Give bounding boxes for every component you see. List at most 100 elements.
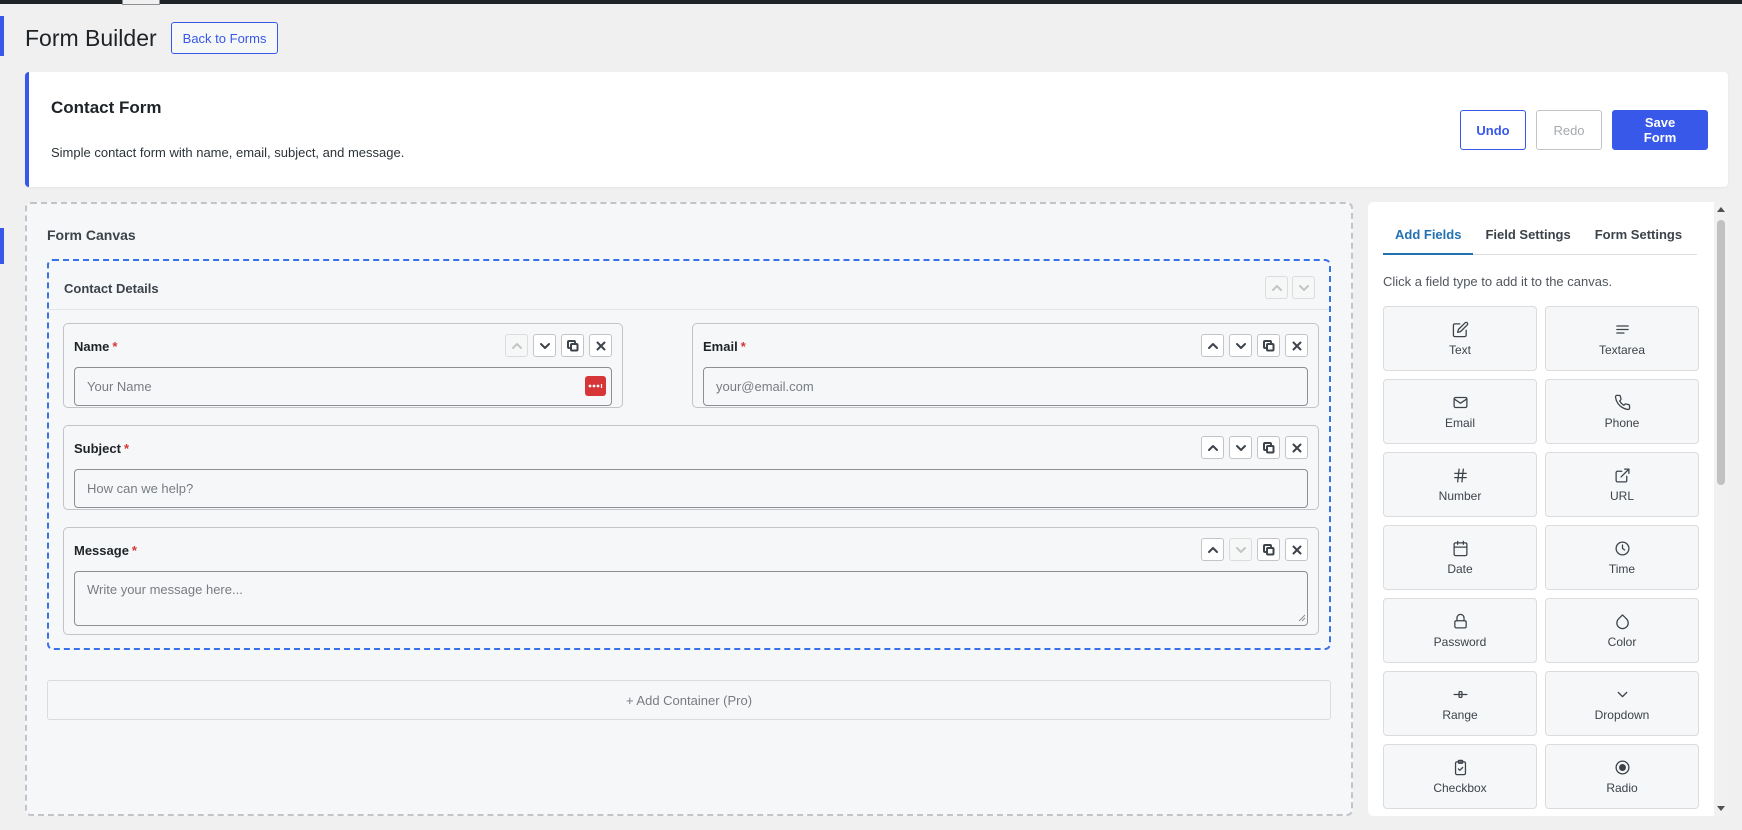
form-description: Simple contact form with name, email, su… <box>51 145 405 160</box>
duplicate-icon[interactable] <box>1257 436 1280 459</box>
form-container[interactable]: Contact Details Name* Your Name Email* <box>47 259 1331 650</box>
container-header: Contact Details <box>49 261 1329 310</box>
move-up-icon[interactable] <box>1201 436 1224 459</box>
save-form-button[interactable]: Save Form <box>1612 110 1708 150</box>
move-up-icon[interactable] <box>505 334 528 357</box>
close-icon[interactable] <box>589 334 612 357</box>
tab-add-fields[interactable]: Add Fields <box>1383 222 1474 255</box>
slider-icon <box>1452 690 1468 698</box>
tile-label: Radio <box>1606 780 1638 795</box>
edit-icon <box>1452 321 1468 337</box>
panel-tabs: Add Fields Field Settings Form Settings <box>1383 222 1697 255</box>
clock-icon <box>1614 540 1630 556</box>
scroll-down-icon[interactable] <box>1717 806 1725 811</box>
field-type-dropdown[interactable]: Dropdown <box>1545 671 1699 736</box>
field-type-password[interactable]: Password <box>1383 598 1537 663</box>
mail-icon <box>1452 396 1468 408</box>
field-email[interactable]: Email * your@email.com <box>692 323 1319 408</box>
subject-input[interactable]: How can we help? <box>74 469 1308 508</box>
move-down-icon[interactable] <box>533 334 556 357</box>
tile-label: Password <box>1433 634 1487 649</box>
field-type-checkbox[interactable]: Checkbox <box>1383 744 1537 809</box>
field-type-textarea[interactable]: Textarea <box>1545 306 1699 371</box>
top-strip <box>0 0 1742 5</box>
external-link-icon <box>1614 467 1630 483</box>
field-type-text[interactable]: Text <box>1383 306 1537 371</box>
field-type-grid: Text Textarea Email Phone Number URL Dat… <box>1383 306 1699 809</box>
field-type-range[interactable]: Range <box>1383 671 1537 736</box>
email-input[interactable]: your@email.com <box>703 367 1308 406</box>
field-controls <box>1201 334 1308 357</box>
duplicate-icon[interactable] <box>1257 334 1280 357</box>
container-title: Contact Details <box>64 281 159 296</box>
page-title: Form Builder <box>25 24 157 51</box>
message-textarea[interactable]: Write your message here... <box>74 571 1308 626</box>
left-edge-marker <box>0 228 4 264</box>
left-edge-marker <box>0 16 4 56</box>
field-controls <box>1201 436 1308 459</box>
form-actions: Undo Redo Save Form <box>1460 110 1708 150</box>
field-type-color[interactable]: Color <box>1545 598 1699 663</box>
close-icon[interactable] <box>1285 538 1308 561</box>
panel-scrollbar[interactable] <box>1714 202 1728 816</box>
container-controls <box>1265 276 1315 299</box>
name-input[interactable]: Your Name <box>74 367 612 406</box>
move-down-icon[interactable] <box>1229 538 1252 561</box>
field-type-number[interactable]: Number <box>1383 452 1537 517</box>
move-down-icon[interactable] <box>1229 334 1252 357</box>
tile-label: Email <box>1444 415 1475 430</box>
close-icon[interactable] <box>1285 334 1308 357</box>
field-type-radio[interactable]: Radio <box>1545 744 1699 809</box>
chevron-down-icon <box>1617 691 1627 697</box>
field-label: Subject * <box>74 441 130 456</box>
tile-label: Checkbox <box>1433 780 1487 795</box>
move-up-icon[interactable] <box>1201 334 1224 357</box>
radio-icon <box>1614 759 1630 775</box>
move-down-icon[interactable] <box>1229 436 1252 459</box>
field-type-url[interactable]: URL <box>1545 452 1699 517</box>
scrollbar-thumb[interactable] <box>1717 220 1725 485</box>
lock-icon <box>1453 613 1467 629</box>
tile-label: URL <box>1609 488 1634 503</box>
scroll-up-icon[interactable] <box>1717 207 1725 212</box>
phone-icon <box>1614 394 1630 410</box>
panel-hint: Click a field type to add it to the canv… <box>1383 274 1613 289</box>
form-header-card: Contact Form Simple contact form with na… <box>25 72 1728 187</box>
lines-icon <box>1615 324 1629 334</box>
hash-icon <box>1453 467 1467 483</box>
password-manager-icon[interactable] <box>585 376 606 396</box>
duplicate-icon[interactable] <box>1257 538 1280 561</box>
canvas-title: Form Canvas <box>47 227 136 243</box>
field-type-phone[interactable]: Phone <box>1545 379 1699 444</box>
clipboard-check-icon <box>1454 759 1466 775</box>
move-up-icon[interactable] <box>1265 276 1288 299</box>
field-type-date[interactable]: Date <box>1383 525 1537 590</box>
form-canvas[interactable]: Form Canvas Contact Details Name * Your N… <box>25 202 1353 816</box>
field-label: Message * <box>74 543 137 558</box>
field-subject[interactable]: Subject * How can we help? <box>63 425 1319 510</box>
fields-panel: Add Fields Field Settings Form Settings … <box>1368 202 1728 816</box>
field-message[interactable]: Message * Write your message here... <box>63 527 1319 635</box>
tile-label: Number <box>1438 488 1482 503</box>
field-type-time[interactable]: Time <box>1545 525 1699 590</box>
move-down-icon[interactable] <box>1292 276 1315 299</box>
field-type-email[interactable]: Email <box>1383 379 1537 444</box>
close-icon[interactable] <box>1285 436 1308 459</box>
page-header: Form Builder Back to Forms <box>25 22 279 54</box>
back-to-forms-button[interactable]: Back to Forms <box>170 22 279 54</box>
field-name[interactable]: Name * Your Name <box>63 323 623 408</box>
tab-form-settings[interactable]: Form Settings <box>1583 222 1694 255</box>
resize-grip-icon[interactable] <box>1298 614 1306 622</box>
move-up-icon[interactable] <box>1201 538 1224 561</box>
add-container-button[interactable]: + Add Container (Pro) <box>47 680 1331 720</box>
tile-label: Text <box>1448 342 1471 357</box>
tile-label: Time <box>1608 561 1636 576</box>
droplet-icon <box>1615 613 1629 629</box>
tile-label: Phone <box>1604 415 1640 430</box>
tile-label: Textarea <box>1598 342 1646 357</box>
redo-button[interactable]: Redo <box>1536 110 1602 150</box>
top-tab-marker <box>122 0 160 5</box>
undo-button[interactable]: Undo <box>1460 110 1526 150</box>
tab-field-settings[interactable]: Field Settings <box>1473 222 1582 255</box>
duplicate-icon[interactable] <box>561 334 584 357</box>
